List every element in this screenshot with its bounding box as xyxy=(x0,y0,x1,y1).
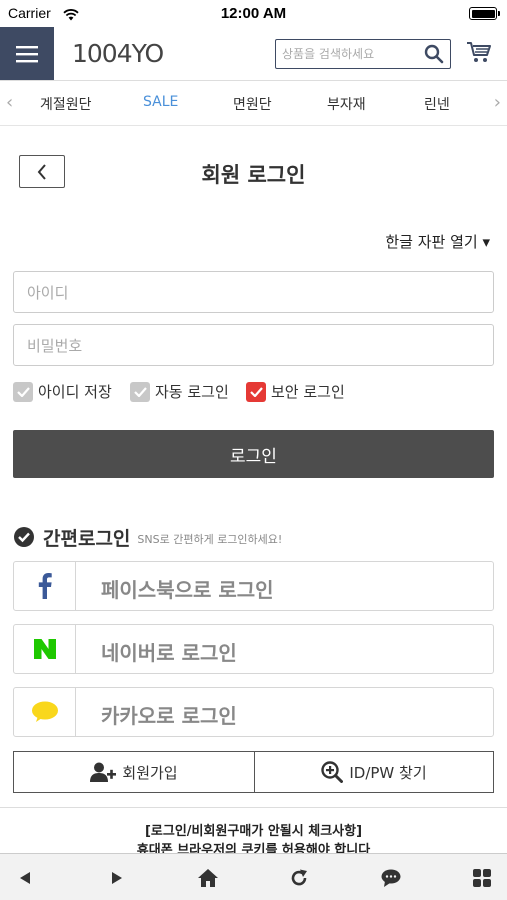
sns-login-title: 간편로그인 xyxy=(43,527,131,550)
search-input[interactable] xyxy=(282,44,418,64)
notice-subtitle: 휴대폰 브라우저의 쿠키를 허용해야 합니다 xyxy=(136,843,371,853)
chat-icon[interactable] xyxy=(380,867,402,889)
category-item[interactable]: 부자재 xyxy=(327,94,366,114)
facebook-login-label: 페이스북으로 로그인 xyxy=(101,578,274,602)
notice-title: [로그인/비회원구매가 안될시 체크사항] xyxy=(144,824,363,839)
checkmark-icon xyxy=(130,381,150,402)
facebook-icon-cell xyxy=(14,562,76,610)
find-id-pw-label: ID/PW 찾기 xyxy=(349,763,427,782)
account-actions: 회원가입 ID/PW 찾기 xyxy=(13,751,494,793)
menu-button[interactable] xyxy=(0,27,54,80)
login-options: 아이디 저장 자동 로그인 보안 로그인 xyxy=(13,381,494,405)
sns-login-header: 간편로그인 SNS로 간편하게 로그인하세요! xyxy=(13,524,282,550)
kakao-login-button[interactable]: 카카오로 로그인 xyxy=(13,687,494,737)
header: 1004YO xyxy=(0,27,507,81)
chevron-left-icon[interactable]: ‹ xyxy=(6,92,13,113)
category-nav: ‹ 계절원단 SALE 면원단 부자재 린넨 › xyxy=(0,82,507,126)
password-field[interactable]: 비밀번호 xyxy=(13,324,494,366)
checkbox-label: 보안 로그인 xyxy=(271,383,345,401)
back-arrow-icon[interactable] xyxy=(14,867,36,889)
clock: 12:00 AM xyxy=(220,5,287,22)
save-id-checkbox[interactable]: 아이디 저장 xyxy=(13,381,112,402)
page-title: 회원 로그인 xyxy=(201,163,306,187)
battery-icon xyxy=(469,7,500,20)
naver-login-button[interactable]: 네이버로 로그인 xyxy=(13,624,494,674)
naver-icon xyxy=(33,639,56,659)
naver-login-label: 네이버로 로그인 xyxy=(101,641,237,665)
kakao-icon xyxy=(31,701,58,722)
kakao-login-label: 카카오로 로그인 xyxy=(101,704,237,728)
naver-icon-cell xyxy=(14,625,76,673)
status-bar: Carrier 12:00 AM xyxy=(0,0,507,27)
grid-icon[interactable] xyxy=(471,867,493,889)
keyboard-toggle[interactable]: 한글 자판 열기 ▾ xyxy=(385,231,490,252)
cart-icon[interactable] xyxy=(466,40,492,68)
chevron-right-icon[interactable]: › xyxy=(494,92,501,113)
refresh-icon[interactable] xyxy=(288,867,310,889)
signup-label: 회원가입 xyxy=(122,763,178,782)
facebook-icon xyxy=(38,573,52,599)
id-field[interactable]: 아이디 xyxy=(13,271,494,313)
kakao-icon-cell xyxy=(14,688,76,736)
add-user-icon xyxy=(90,762,117,782)
search-icon[interactable] xyxy=(424,44,444,68)
hamburger-icon xyxy=(16,45,38,62)
checkbox-label: 아이디 저장 xyxy=(38,383,112,401)
forward-arrow-icon[interactable] xyxy=(106,867,128,889)
sns-login-subtitle: SNS로 간편하게 로그인하세요! xyxy=(137,532,283,546)
browser-toolbar xyxy=(0,853,507,900)
category-item-sale[interactable]: SALE xyxy=(143,94,178,110)
auto-login-checkbox[interactable]: 자동 로그인 xyxy=(130,381,229,402)
category-item[interactable]: 린넨 xyxy=(424,94,450,114)
checkmark-icon xyxy=(246,381,266,402)
home-icon[interactable] xyxy=(197,867,219,889)
secure-login-checkbox[interactable]: 보안 로그인 xyxy=(246,381,345,402)
divider xyxy=(0,807,507,808)
search-box xyxy=(275,39,451,69)
check-circle-icon xyxy=(14,527,34,547)
facebook-login-button[interactable]: 페이스북으로 로그인 xyxy=(13,561,494,611)
category-item[interactable]: 면원단 xyxy=(233,94,272,114)
checkmark-icon xyxy=(13,381,33,402)
checkbox-label: 자동 로그인 xyxy=(155,383,229,401)
find-id-pw-button[interactable]: ID/PW 찾기 xyxy=(254,751,494,793)
login-button[interactable]: 로그인 xyxy=(13,430,494,478)
category-item[interactable]: 계절원단 xyxy=(40,94,92,114)
signup-button[interactable]: 회원가입 xyxy=(13,751,255,793)
zoom-in-icon xyxy=(321,761,344,783)
logo[interactable]: 1004YO xyxy=(72,39,164,68)
